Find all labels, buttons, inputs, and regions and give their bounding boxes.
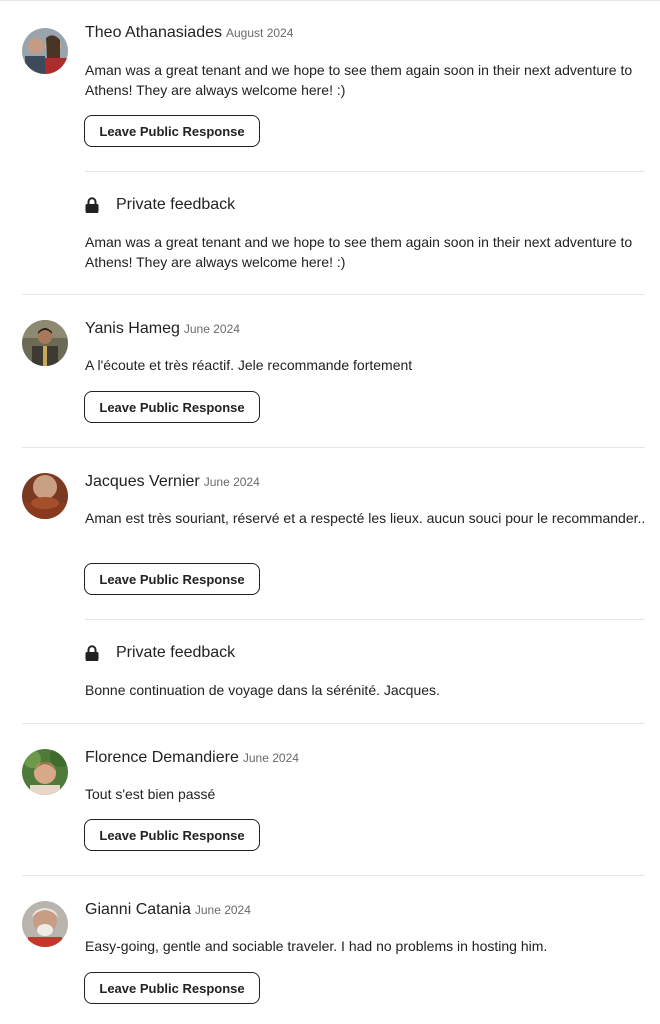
leave-public-response-button[interactable]: Leave Public Response — [84, 819, 260, 851]
avatar[interactable] — [22, 320, 68, 366]
review-date: June 2024 — [194, 903, 251, 917]
private-feedback-label: Private feedback — [116, 644, 236, 661]
leave-public-response-button[interactable]: Leave Public Response — [84, 115, 260, 147]
private-feedback-text: Aman was a great tenant and we hope to s… — [85, 234, 633, 270]
review-text: Aman est très souriant, réservé et a res… — [85, 510, 646, 526]
leave-public-response-button[interactable]: Leave Public Response — [84, 563, 260, 595]
lock-icon — [85, 645, 99, 661]
review-text: Easy-going, gentle and sociable traveler… — [85, 938, 548, 954]
reviewer-name: Theo Athanasiades — [85, 24, 222, 41]
review-date: June 2024 — [203, 475, 260, 489]
review-divider — [22, 294, 645, 295]
review-date: June 2024 — [183, 322, 240, 336]
top-divider — [0, 0, 660, 1]
lock-icon — [85, 197, 99, 213]
review-divider — [22, 447, 645, 448]
leave-public-response-button[interactable]: Leave Public Response — [84, 391, 260, 423]
reviewer-header: Theo Athanasiades August 2024 — [85, 24, 293, 42]
review-text: Aman was a great tenant and we hope to s… — [85, 62, 633, 98]
reviewer-header: Gianni Catania June 2024 — [85, 901, 251, 919]
reviewer-header: Yanis Hameg June 2024 — [85, 320, 240, 338]
private-feedback-text: Bonne continuation de voyage dans la sér… — [85, 682, 440, 698]
avatar[interactable] — [22, 28, 68, 74]
reviewer-name: Florence Demandiere — [85, 749, 239, 766]
reviewer-name: Jacques Vernier — [85, 473, 200, 490]
private-feedback-header: Private feedback — [85, 644, 235, 662]
review-text: Tout s'est bien passé — [85, 786, 216, 802]
review-divider — [22, 723, 645, 724]
avatar[interactable] — [22, 901, 68, 947]
private-feedback-header: Private feedback — [85, 196, 235, 214]
reviewer-header: Florence Demandiere June 2024 — [85, 749, 299, 767]
reviewer-name: Yanis Hameg — [85, 320, 180, 337]
review-divider — [22, 875, 645, 876]
avatar[interactable] — [22, 473, 68, 519]
review-date: August 2024 — [226, 26, 294, 40]
reviewer-name: Gianni Catania — [85, 901, 191, 918]
leave-public-response-button[interactable]: Leave Public Response — [84, 972, 260, 1004]
private-feedback-label: Private feedback — [116, 196, 236, 213]
divider — [85, 171, 645, 172]
divider — [85, 619, 645, 620]
review-text: A l'écoute et très réactif. Jele recomma… — [85, 357, 413, 373]
avatar[interactable] — [22, 749, 68, 795]
review-date: June 2024 — [242, 751, 299, 765]
reviewer-header: Jacques Vernier June 2024 — [85, 473, 260, 491]
